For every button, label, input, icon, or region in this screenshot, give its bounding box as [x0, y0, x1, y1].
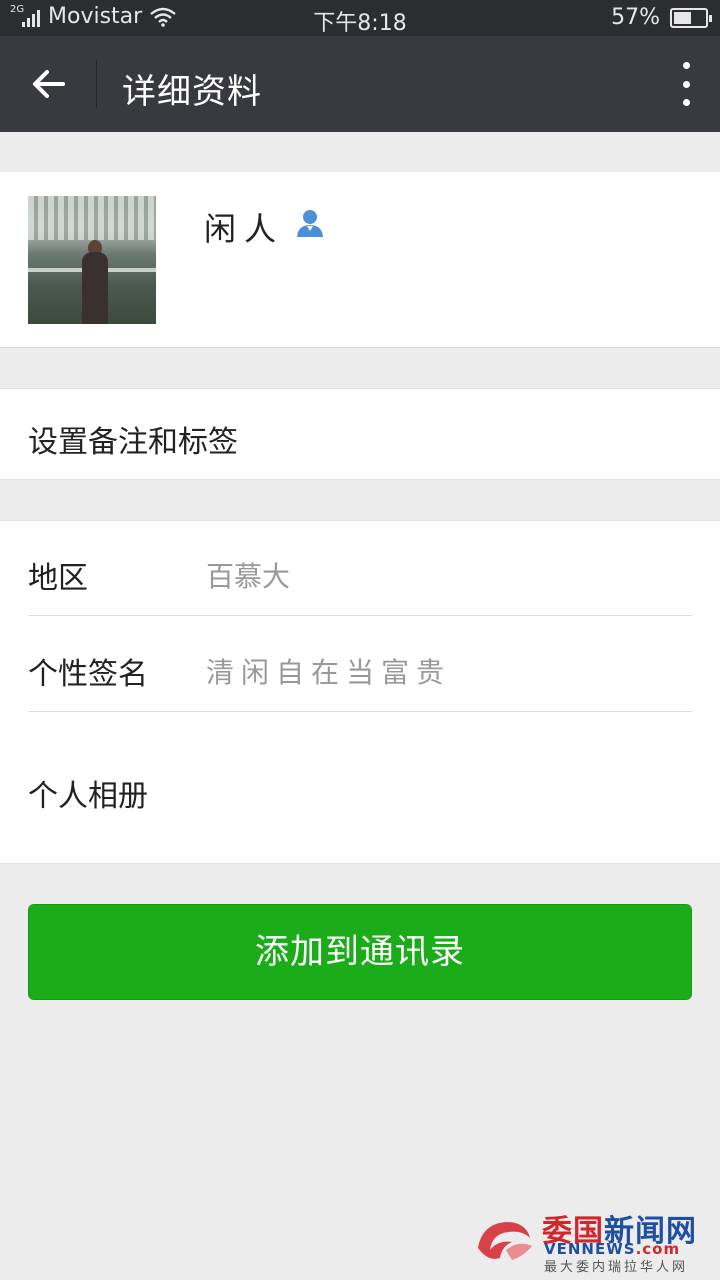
watermark: 委国新闻网 VENNEWS.com 最大委内瑞拉华人网 [472, 1206, 712, 1275]
add-to-contacts-button[interactable]: 添加到通讯录 [28, 904, 692, 1000]
profile-name: 闲人 [204, 210, 285, 248]
album-row[interactable]: 个人相册 [28, 713, 692, 863]
arrow-left-icon [33, 70, 65, 98]
status-bar: 2G Movistar 下午8:18 57% [0, 0, 720, 36]
signature-label: 个性签名 [28, 657, 148, 692]
status-right: 57% [611, 5, 712, 30]
album-label: 个人相册 [28, 779, 148, 814]
remark-and-tags-row[interactable]: 设置备注和标签 [0, 388, 720, 480]
avatar[interactable] [28, 196, 156, 324]
battery-fill [674, 11, 691, 24]
signature-row: 个性签名 清闲自在当富贵 [28, 617, 692, 712]
signature-value: 清闲自在当富贵 [206, 656, 452, 689]
info-block: 地区 百慕大 个性签名 清闲自在当富贵 个人相册 [0, 520, 720, 864]
battery-icon [670, 7, 712, 28]
dragon-logo-icon [478, 1222, 532, 1260]
more-button[interactable] [678, 62, 694, 106]
page-title: 详细资料 [122, 72, 262, 112]
battery-percent: 57% [611, 5, 660, 30]
profile-card [0, 172, 720, 348]
remark-label: 设置备注和标签 [28, 425, 238, 460]
region-value: 百慕大 [206, 560, 291, 593]
back-button[interactable] [18, 60, 78, 108]
title-bar: 详细资料 [0, 36, 720, 132]
title-divider [96, 60, 97, 108]
more-vertical-icon [682, 62, 690, 69]
region-row: 地区 百慕大 [28, 521, 692, 616]
contact-person-icon [297, 210, 323, 237]
watermark-subtitle: 最大委内瑞拉华人网 [544, 1260, 689, 1275]
region-label: 地区 [28, 561, 88, 596]
